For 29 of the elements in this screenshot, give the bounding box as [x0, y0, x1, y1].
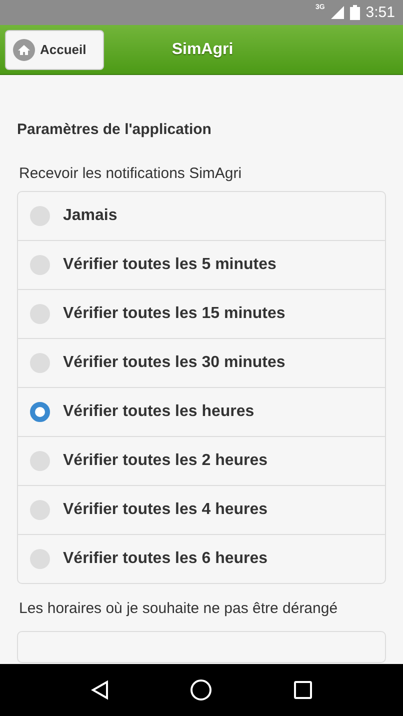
radio-option[interactable]: Vérifier toutes les 15 minutes: [18, 289, 385, 338]
radio-button[interactable]: [30, 451, 50, 471]
field-label: Les horaires où je souhaite ne pas être dérangé: [19, 599, 339, 619]
radio-button[interactable]: [30, 500, 50, 520]
radio-button[interactable]: [30, 353, 50, 373]
home-icon[interactable]: [190, 679, 212, 701]
home-button[interactable]: Accueil: [5, 30, 104, 70]
radio-option[interactable]: Vérifier toutes les 5 minutes: [18, 240, 385, 289]
app-title: SimAgri: [170, 40, 234, 58]
radio-button[interactable]: [30, 255, 50, 275]
radio-button[interactable]: [30, 402, 50, 422]
radio-button[interactable]: [30, 304, 50, 324]
field-label: Recevoir les notifications SimAgri: [19, 165, 243, 182]
radio-option[interactable]: Vérifier toutes les 30 minutes: [18, 338, 385, 387]
radio-option[interactable]: Vérifier toutes les 4 heures: [18, 485, 385, 534]
radio-option[interactable]: Vérifier toutes les heures: [18, 387, 385, 436]
section-title: Paramètres de l'application: [17, 121, 212, 138]
back-icon[interactable]: [90, 680, 109, 700]
recents-icon[interactable]: [294, 681, 312, 699]
radio-button[interactable]: [30, 549, 50, 569]
home-icon: [13, 38, 35, 60]
input-field[interactable]: [17, 631, 386, 663]
radio-option[interactable]: Jamais: [18, 192, 385, 240]
signal-icon: [330, 6, 344, 19]
radio-option[interactable]: Vérifier toutes les 2 heures: [18, 436, 385, 485]
radio-option[interactable]: Vérifier toutes les 6 heures: [18, 534, 385, 583]
clock-time: 3:51: [366, 4, 395, 21]
radio-button[interactable]: [30, 206, 50, 226]
battery-icon: [350, 5, 360, 20]
